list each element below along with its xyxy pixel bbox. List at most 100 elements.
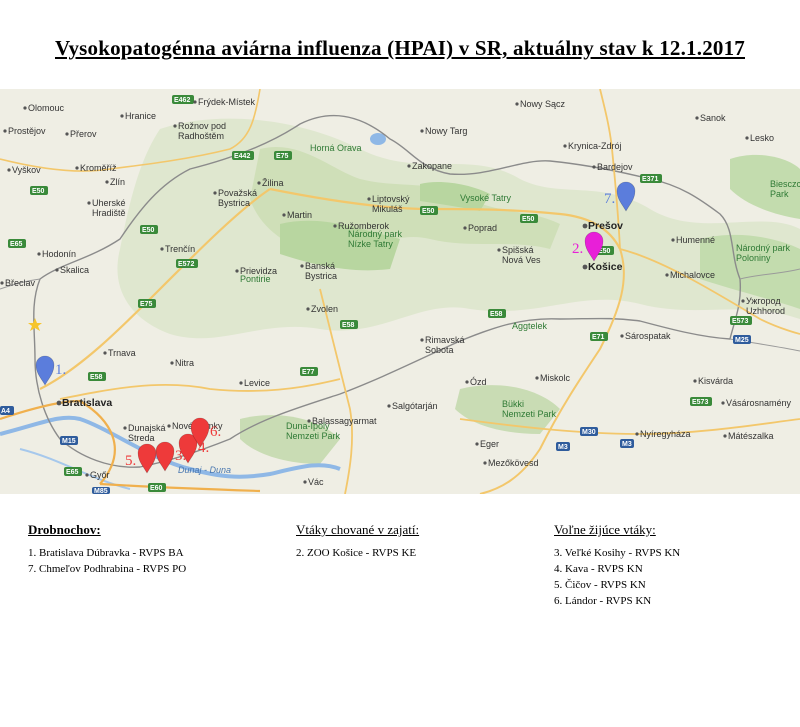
city-label-martin-line: Martin	[287, 210, 312, 220]
city-dot-martin	[282, 213, 286, 217]
city-dot-vasaros	[721, 401, 725, 405]
city-label-uherske-line: Uherské	[92, 198, 126, 208]
city-label-poprad-line: Poprad	[468, 223, 497, 233]
marker-number: 2.	[572, 241, 583, 257]
water-label-0: Dunaj - Duna	[178, 465, 231, 475]
city-dot-miskolc	[535, 376, 539, 380]
city-label-sanok: Sanok	[700, 113, 726, 123]
city-label-lesko-line: Lesko	[750, 133, 774, 143]
region-label-6-line: Biesczcz	[770, 179, 800, 189]
city-label-zvolen: Zvolen	[311, 304, 338, 314]
city-label-mezokovesd: Mezőkövesd	[488, 458, 539, 468]
city-label-nitra-line: Nitra	[175, 358, 194, 368]
city-label-nowysacz: Nowy Sącz	[520, 99, 566, 109]
legend-item: 2. ZOO Košice - RVPS KE	[296, 547, 417, 559]
city-dot-krynica	[563, 144, 567, 148]
city-label-olomouc: Olomouc	[28, 103, 65, 113]
city-label-presov: Prešov	[588, 220, 623, 232]
road-label-e573-south: E573	[692, 399, 708, 406]
city-label-liptovsky-line: Mikuláš	[372, 204, 403, 214]
city-dot-presov	[582, 223, 588, 229]
city-label-uherske-line: Hradiště	[92, 208, 126, 218]
city-label-spisska-line: Spišská	[502, 245, 534, 255]
region-label-1-line: Vysoké Tatry	[460, 193, 512, 203]
city-label-kisvarda-line: Kisvárda	[698, 376, 733, 386]
region-label-7-line: Národný park	[736, 243, 791, 253]
city-dot-liptovsky	[367, 197, 371, 201]
city-dot-dunajska	[123, 426, 127, 430]
city-dot-nitra	[170, 361, 174, 365]
city-dot-sanok	[695, 116, 699, 120]
city-dot-humenne	[671, 238, 675, 242]
city-label-nyiregyhaza-line: Nyíregyháza	[640, 429, 691, 439]
city-label-bbystrica-line: Banská	[305, 261, 335, 271]
city-dot-spisska	[497, 248, 501, 252]
city-label-skalica-line: Skalica	[60, 265, 89, 275]
city-label-eger: Eger	[480, 439, 499, 449]
city-label-humenne-line: Humenné	[676, 235, 715, 245]
region-label-6-line: Park	[770, 189, 789, 199]
city-label-nitra: Nitra	[175, 358, 194, 368]
road-label-e50-east: E50	[522, 216, 535, 223]
city-label-levice-line: Levice	[244, 378, 270, 388]
city-dot-prievidza	[235, 269, 239, 273]
city-label-kromeriz: Kroměříž	[80, 163, 117, 173]
legend-item: 7. Chmeľov Podhrabina - RVPS PO	[28, 563, 187, 575]
city-label-olomouc-line: Olomouc	[28, 103, 65, 113]
city-label-mateszalka-line: Mátészalka	[728, 431, 774, 441]
city-label-eger-line: Eger	[480, 439, 499, 449]
region-label-0-line: Horná Orava	[310, 143, 362, 153]
road-label-e58-east: E58	[490, 311, 503, 318]
city-dot-skalica	[55, 268, 59, 272]
city-label-nowysacz-line: Nowy Sącz	[520, 99, 566, 109]
city-dot-frydek	[193, 100, 197, 104]
city-label-sanok-line: Sanok	[700, 113, 726, 123]
city-label-mezokovesd-line: Mezőkövesd	[488, 458, 539, 468]
city-dot-bardejov	[592, 165, 596, 169]
city-label-miskolc-line: Miskolc	[540, 373, 571, 383]
city-label-uzhhorod-line: Ужгород	[746, 296, 781, 306]
city-label-prerov: Přerov	[70, 129, 97, 139]
city-label-breclav: Břeclav	[5, 278, 36, 288]
city-dot-prerov	[65, 132, 69, 136]
region-label-8-line: Aggtelek	[512, 321, 548, 331]
legend-vtaky-zajatie-title: Vtáky chované v zajatí:	[296, 522, 420, 537]
city-label-krynica: Krynica-Zdrój	[568, 141, 622, 151]
city-label-sarospatak: Sárospatak	[625, 331, 671, 341]
region-label-7-line: Poloniny	[736, 253, 771, 263]
road-label-e442: E442	[234, 153, 250, 160]
road-label-m25: M25	[735, 337, 749, 344]
city-label-gyor-line: Győr	[90, 470, 110, 480]
city-label-bratislava: Bratislava	[62, 397, 112, 409]
road-label-e572: E572	[178, 261, 194, 268]
legend-drobnochov-list: 1. Bratislava Dúbravka - RVPS BA 7. Chme…	[28, 545, 186, 577]
city-label-prostejov-line: Prostějov	[8, 126, 46, 136]
road-label-e77: E77	[302, 369, 315, 376]
marker-number: 1.	[55, 362, 66, 378]
city-label-roznov: Rožnov pod Radhoštěm	[178, 121, 226, 141]
city-dot-povazska	[213, 191, 217, 195]
legend-item: 4. Kava - RVPS KN	[554, 563, 643, 575]
road-label-e75: E75	[276, 153, 289, 160]
city-label-uzhhorod-line: Uzhhorod	[746, 306, 785, 316]
road-label-e462: E462	[174, 97, 190, 104]
city-label-povazska-line: Považská	[218, 188, 257, 198]
city-dot-levice	[239, 381, 243, 385]
city-dot-zlin	[105, 180, 109, 184]
road-label-a4: A4	[1, 408, 10, 415]
road-label-e60: E60	[150, 485, 163, 492]
city-dot-ozd	[465, 380, 469, 384]
city-dot-ruzomberok	[333, 224, 337, 228]
region-label-3: Pontirie	[240, 274, 271, 284]
city-label-zilina: Žilina	[262, 178, 284, 188]
city-label-novytarg-line: Nowy Targ	[425, 126, 467, 136]
city-label-miskolc: Miskolc	[540, 373, 571, 383]
city-dot-poprad	[463, 226, 467, 230]
city-label-trnava-line: Trnava	[108, 348, 136, 358]
region-label-8: Aggtelek	[512, 321, 548, 331]
region-label-5-line: Duna-Ipoly	[286, 421, 330, 431]
city-dot-bratislava	[56, 400, 62, 406]
city-label-roznov-line: Rožnov pod	[178, 121, 226, 131]
map-view[interactable]: E462 E442 E75 E50 E50 E50 E50 E371 E572 …	[0, 89, 800, 494]
legend-vtaky-zajatie-list: 2. ZOO Košice - RVPS KE	[296, 545, 419, 561]
